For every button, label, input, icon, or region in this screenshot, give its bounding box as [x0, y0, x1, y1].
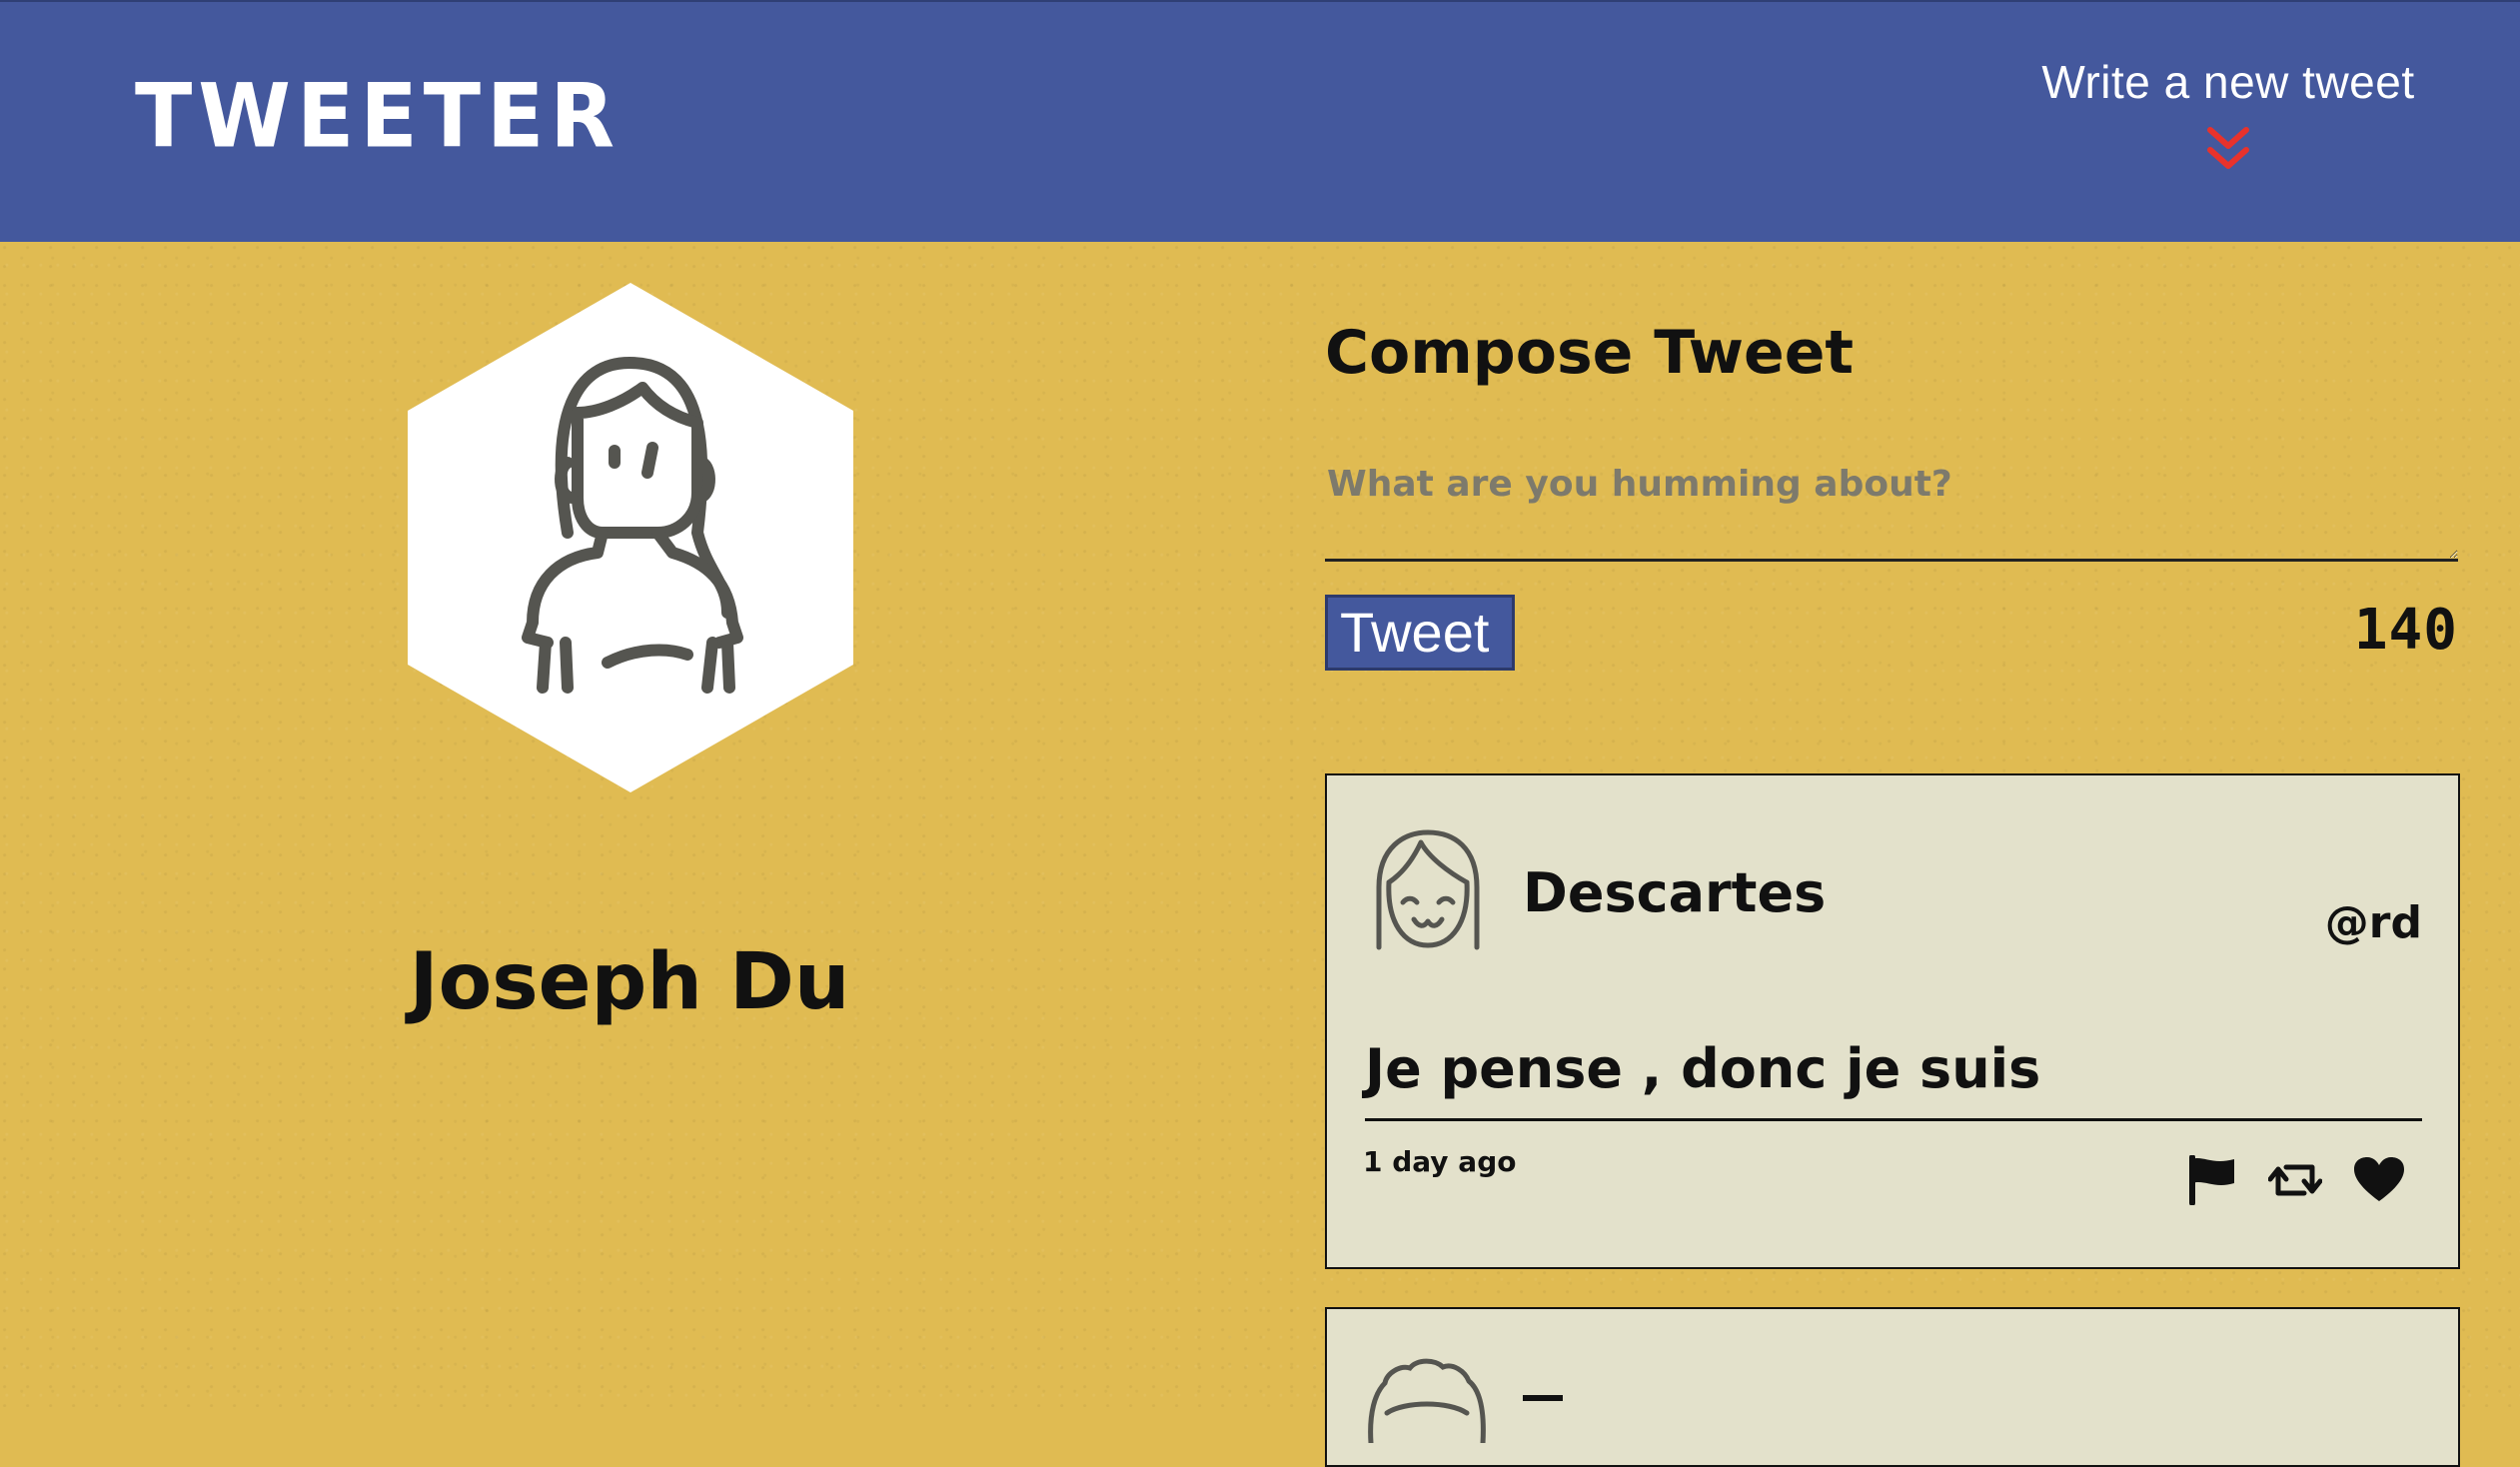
tweet-actions: [2184, 1155, 2406, 1205]
write-new-tweet-toggle[interactable]: Write a new tweet: [2018, 57, 2438, 172]
profile-avatar: [408, 283, 853, 792]
heart-icon[interactable]: [2352, 1155, 2406, 1205]
curly-hair-avatar-icon: [1368, 1358, 1486, 1443]
tweet-card: Descartes @rd Je pense , donc je suis 1 …: [1325, 773, 2460, 1269]
flag-icon[interactable]: [2184, 1155, 2238, 1205]
tweet-submit-button[interactable]: Tweet: [1325, 595, 1515, 671]
top-navbar: TWEETER Write a new tweet: [0, 0, 2520, 242]
compose-title: Compose Tweet: [1325, 318, 1855, 388]
tweet-author: Descartes: [1523, 861, 1827, 924]
double-chevron-down-icon[interactable]: [2206, 126, 2250, 172]
tweet-text-input[interactable]: [1325, 452, 2458, 562]
write-new-tweet-label[interactable]: Write a new tweet: [2018, 57, 2438, 108]
tweet-card: [1325, 1307, 2460, 1467]
brand-logo[interactable]: TWEETER: [135, 72, 621, 160]
character-counter: 140: [2353, 598, 2458, 663]
retweet-icon[interactable]: [2268, 1155, 2322, 1205]
tweet-handle: @rd: [2324, 897, 2422, 948]
smiling-girl-avatar-icon: [1376, 829, 1480, 950]
tweet-body: Je pense , donc je suis: [1365, 1037, 2422, 1121]
profile-name: Joseph Du: [409, 937, 850, 1027]
tweet-timestamp: 1 day ago: [1363, 1145, 1517, 1178]
tweet-author-partial: [1523, 1395, 1563, 1415]
